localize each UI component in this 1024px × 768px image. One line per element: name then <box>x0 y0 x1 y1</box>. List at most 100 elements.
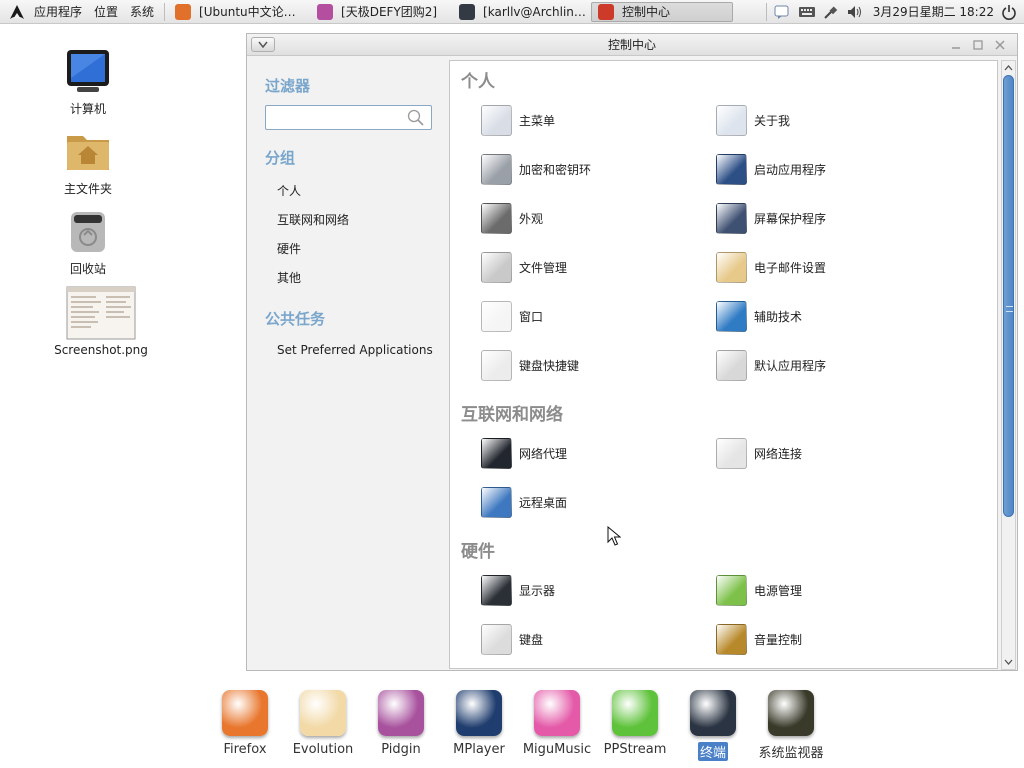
taskbar-button-label: 控制中心 <box>622 5 671 19</box>
dock-item-migumusic[interactable]: MiguMusic <box>518 676 596 757</box>
dock-item-evolution[interactable]: Evolution <box>284 676 362 757</box>
home-folder-icon <box>38 128 138 177</box>
evolution-icon <box>300 690 346 736</box>
taskbar-button-terminal[interactable]: [karllv@Archlin… <box>453 2 589 22</box>
settings-item-windows[interactable]: 窗口 <box>481 300 543 332</box>
settings-item-about-me[interactable]: 关于我 <box>716 104 790 136</box>
main-menu-icon <box>481 104 512 136</box>
settings-item-label: 默认应用程序 <box>754 358 827 373</box>
applications-menu[interactable]: 应用程序 <box>28 3 88 20</box>
dock-item-label: Pidgin <box>381 742 421 757</box>
window-title: 控制中心 <box>607 38 656 52</box>
maximize-icon <box>973 39 983 50</box>
vertical-scrollbar[interactable] <box>1001 60 1016 670</box>
taskbar-button-firefox[interactable]: [Ubuntu中文论… <box>169 2 309 22</box>
settings-item-network-proxy[interactable]: 网络代理 <box>481 437 567 469</box>
settings-item-keyboard[interactable]: 键盘 <box>481 623 543 655</box>
display-icon <box>481 574 512 606</box>
taskbar-button-pidgin[interactable]: [天极DEFY团购2] <box>311 2 451 22</box>
settings-item-label: 外观 <box>519 211 544 226</box>
dock-item-firefox[interactable]: Firefox <box>206 676 284 757</box>
scroll-up-button[interactable] <box>1002 61 1015 75</box>
group-item-personal[interactable]: 个人 <box>277 182 301 199</box>
migumusic-icon <box>534 690 580 736</box>
settings-item-power-management[interactable]: 电源管理 <box>716 574 802 606</box>
settings-item-file-management[interactable]: 文件管理 <box>481 251 567 283</box>
settings-item-volume-control[interactable]: 音量控制 <box>716 623 802 655</box>
volume-icon[interactable] <box>846 4 864 20</box>
scrollbar-thumb[interactable] <box>1003 75 1014 517</box>
filter-search-input[interactable] <box>266 106 404 129</box>
settings-item-email-settings[interactable]: 电子邮件设置 <box>716 251 826 283</box>
dock-item-ppstream[interactable]: PPStream <box>596 676 674 757</box>
settings-item-keyring[interactable]: 加密和密钥环 <box>481 153 591 185</box>
screensaver-icon <box>716 202 747 234</box>
settings-item-display[interactable]: 显示器 <box>481 574 555 606</box>
group-item-internet-network[interactable]: 互联网和网络 <box>277 211 349 228</box>
firefox-icon <box>175 3 192 20</box>
about-me-icon <box>716 104 747 136</box>
network-connection-icon <box>716 437 747 469</box>
dock-item-terminal[interactable]: 终端 <box>674 676 752 761</box>
settings-item-keyboard-shortcuts[interactable]: 键盘快捷键 <box>481 349 579 381</box>
taskbar: [Ubuntu中文论… [天极DEFY团购2] [karllv@Archlin… 控制… <box>169 1 735 22</box>
settings-item-label: 网络连接 <box>754 446 803 461</box>
category-heading: 互联网和网络 <box>461 405 563 425</box>
settings-item-appearance[interactable]: 外观 <box>481 202 543 234</box>
places-menu[interactable]: 位置 <box>88 3 124 20</box>
settings-item-label: 电源管理 <box>754 583 803 598</box>
control-center-icon <box>598 3 615 20</box>
settings-item-label: 远程桌面 <box>519 495 568 510</box>
settings-item-screensaver[interactable]: 屏幕保护程序 <box>716 202 826 234</box>
settings-item-accessibility[interactable]: 辅助技术 <box>716 300 802 332</box>
settings-item-remote-desktop[interactable]: 远程桌面 <box>481 486 567 518</box>
window-menu-button[interactable] <box>251 37 275 52</box>
system-menu[interactable]: 系统 <box>124 3 160 20</box>
group-item-other[interactable]: 其他 <box>277 269 301 286</box>
settings-item-label: 键盘 <box>519 632 544 647</box>
category-heading: 个人 <box>461 72 495 92</box>
chevron-down-icon <box>1004 659 1013 665</box>
power-management-icon <box>716 574 747 606</box>
email-settings-icon <box>716 251 747 283</box>
minimize-button[interactable] <box>945 37 967 52</box>
settings-item-main-menu[interactable]: 主菜单 <box>481 104 555 136</box>
desktop-icon-trash[interactable]: 回收站 <box>38 208 138 277</box>
volume-control-icon <box>716 623 747 655</box>
dock-item-pidgin[interactable]: Pidgin <box>362 676 440 757</box>
group-item-hardware[interactable]: 硬件 <box>277 240 301 257</box>
desktop-icon-computer[interactable]: 计算机 <box>38 48 138 117</box>
clock[interactable]: 3月29日星期二 18:22 <box>873 3 994 20</box>
notification-icon[interactable] <box>774 4 792 20</box>
power-icon[interactable] <box>1000 3 1018 21</box>
settings-item-startup-apps[interactable]: 启动应用程序 <box>716 153 826 185</box>
desktop-icon-screenshot[interactable]: Screenshot.png <box>50 286 152 357</box>
settings-item-label: 电子邮件设置 <box>754 260 827 275</box>
task-set-preferred-applications[interactable]: Set Preferred Applications <box>277 343 433 357</box>
taskbar-button-control-center[interactable]: 控制中心 <box>591 1 734 22</box>
close-icon <box>995 39 1005 50</box>
control-center-window: 控制中心 过滤器 分组 个人 互联网和网络 硬件 其他 公共任务 Set Pre… <box>246 33 1018 671</box>
dock-item-label: MPlayer <box>453 742 505 757</box>
windows-icon <box>481 300 512 332</box>
dock-item-mplayer[interactable]: MPlayer <box>440 676 518 757</box>
close-button[interactable] <box>989 37 1011 52</box>
search-icon[interactable] <box>407 109 425 129</box>
settings-item-label: 主菜单 <box>519 113 556 128</box>
keyboard-indicator-icon[interactable] <box>798 4 816 20</box>
desktop-icon-home[interactable]: 主文件夹 <box>38 128 138 197</box>
filter-search-box <box>265 105 432 130</box>
maximize-button[interactable] <box>967 37 989 52</box>
arch-logo-icon[interactable] <box>6 0 28 24</box>
settings-item-network-connection[interactable]: 网络连接 <box>716 437 802 469</box>
trash-icon <box>38 208 138 257</box>
window-titlebar[interactable]: 控制中心 <box>247 34 1017 56</box>
taskbar-button-label: [karllv@Archlin… <box>483 4 586 19</box>
dock-item-system-monitor[interactable]: 系统监视器 <box>752 676 830 761</box>
terminal-icon <box>690 690 736 736</box>
scroll-down-button[interactable] <box>1002 655 1015 669</box>
settings-item-default-apps[interactable]: 默认应用程序 <box>716 349 826 381</box>
dock-item-label: 系统监视器 <box>758 746 824 761</box>
network-plug-icon[interactable] <box>822 4 840 20</box>
settings-item-label: 文件管理 <box>519 260 568 275</box>
